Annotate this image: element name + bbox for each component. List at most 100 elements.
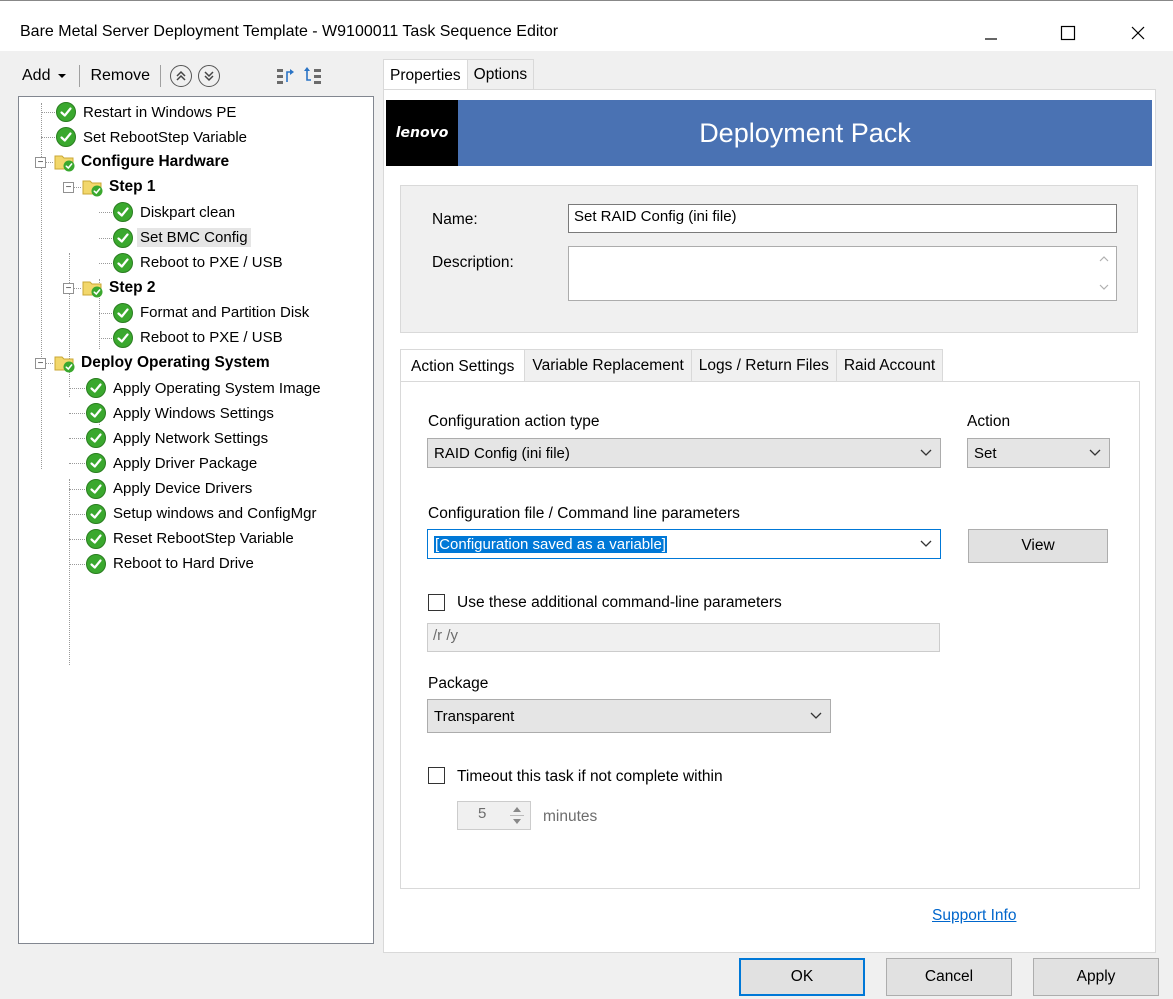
move-up-button[interactable] [170, 65, 193, 87]
tree-connector-line [69, 488, 85, 490]
config-action-type-select[interactable]: RAID Config (ini file) [427, 438, 941, 468]
tab-properties[interactable]: Properties [383, 59, 468, 91]
view-button[interactable]: View [968, 529, 1108, 563]
tree-connector-line [69, 563, 85, 565]
tree-item-label: Apply Network Settings [113, 429, 269, 447]
name-field[interactable]: Set RAID Config (ini file) [568, 204, 1117, 233]
move-down-button[interactable] [198, 65, 221, 87]
maximize-icon [1060, 25, 1076, 41]
tree-item-label: Deploy Operating System [81, 354, 270, 371]
green-check-icon [113, 227, 133, 248]
folder-icon [81, 176, 103, 198]
tree-step-item[interactable]: Reboot to PXE / USB [112, 326, 286, 350]
timeout-stepper[interactable]: 5 [457, 801, 531, 830]
tree-step-item[interactable]: Format and Partition Disk [112, 301, 312, 325]
green-check-icon [86, 453, 106, 474]
check-icon [85, 452, 107, 474]
action-select[interactable]: Set [967, 438, 1110, 468]
timeout-checkbox[interactable] [428, 767, 445, 784]
tab-options[interactable]: Options [466, 59, 535, 90]
check-icon [85, 503, 107, 525]
remove-label: Remove [90, 67, 151, 84]
tree-item-label: Reboot to Hard Drive [113, 555, 254, 573]
collapse-toggle-icon[interactable]: − [35, 358, 46, 369]
toolbar-separator [79, 65, 81, 87]
apply-button[interactable]: Apply [1033, 958, 1159, 996]
tree-step-item[interactable]: Apply Operating System Image [85, 376, 324, 400]
tree-step-item[interactable]: Diskpart clean [112, 200, 238, 224]
support-info-link[interactable]: Support Info [932, 907, 1016, 925]
green-check-icon [113, 252, 133, 273]
tree-item-label: Apply Device Drivers [113, 480, 253, 497]
close-button[interactable] [1115, 15, 1161, 51]
collapse-all-button[interactable] [299, 62, 327, 90]
timeout-value: 5 [478, 805, 487, 822]
green-check-icon [86, 378, 106, 399]
collapse-toggle-icon[interactable]: − [63, 182, 74, 194]
folder-icon [53, 151, 75, 173]
check-icon [55, 126, 77, 148]
maximize-button[interactable] [1045, 15, 1091, 51]
tree-step-item[interactable]: Reboot to Hard Drive [85, 552, 257, 576]
tab-raid-account[interactable]: Raid Account [835, 349, 944, 382]
tree-step-item[interactable]: Restart in Windows PE [55, 100, 239, 124]
config-file-label: Configuration file / Command line parame… [428, 505, 740, 522]
add-label: Add [22, 67, 51, 84]
description-scrollbar[interactable] [1098, 251, 1110, 295]
ok-button[interactable]: OK [739, 958, 865, 996]
task-sequence-tree[interactable]: Restart in Windows PE Set RebootStep Vari… [18, 96, 374, 944]
chevron-down-icon [920, 540, 932, 547]
tree-step-item[interactable]: Set RebootStep Variable [55, 125, 250, 149]
check-icon [112, 201, 134, 223]
tab-logs-return-files[interactable]: Logs / Return Files [690, 349, 837, 382]
tree-item-label: Apply Driver Package [113, 454, 258, 472]
minimize-button[interactable] [968, 15, 1014, 51]
tree-group-item[interactable]: Deploy Operating System [53, 351, 273, 375]
tree-step-item[interactable]: Reboot to PXE / USB [112, 251, 286, 275]
remove-button[interactable]: Remove [86, 62, 154, 90]
green-check-icon [86, 403, 106, 424]
tree-step-item[interactable]: Setup windows and ConfigMgr [85, 502, 319, 526]
spinner-arrows-icon[interactable] [510, 803, 524, 828]
properties-panel: lenovo Deployment Pack Name: Set RAID Co… [383, 89, 1156, 953]
tree-step-item[interactable]: Apply Windows Settings [85, 401, 277, 425]
tree-connector-line [69, 253, 70, 397]
tree-group-item[interactable]: Step 1 [81, 175, 159, 199]
description-field[interactable] [568, 246, 1117, 301]
timeout-unit: minutes [543, 808, 598, 825]
banner-title: Deployment Pack [699, 117, 911, 148]
tree-item-label: Reboot to PXE / USB [140, 254, 283, 272]
collapse-toggle-icon[interactable]: − [63, 282, 74, 294]
additional-params-checkbox[interactable] [428, 594, 445, 611]
tree-step-item[interactable]: Reset RebootStep Variable [85, 527, 297, 551]
config-file-select[interactable]: [Configuration saved as a variable] [427, 529, 941, 559]
tree-step-item[interactable]: Apply Device Drivers [85, 477, 255, 501]
folder-check-icon [82, 180, 103, 197]
green-check-icon [56, 127, 76, 148]
tree-group-item[interactable]: Configure Hardware [53, 150, 232, 174]
package-select[interactable]: Transparent [427, 699, 831, 733]
add-button[interactable]: Add [18, 62, 73, 90]
tree-item-label: Setup windows and ConfigMgr [113, 505, 317, 523]
folder-icon [81, 277, 103, 299]
expand-tree-icon [277, 69, 295, 84]
cancel-button[interactable]: Cancel [886, 958, 1012, 996]
collapse-toggle-icon[interactable]: − [35, 157, 46, 169]
tree-connector-line [99, 337, 112, 339]
additional-params-field[interactable]: /r /y [427, 623, 940, 652]
tree-step-item[interactable]: Apply Network Settings [85, 426, 271, 450]
tree-item-label: Apply Operating System Image [113, 379, 321, 397]
green-check-icon [86, 503, 106, 524]
tree-step-item[interactable]: Set BMC Config [112, 226, 251, 250]
tree-group-item[interactable]: Step 2 [81, 276, 159, 300]
tab-action-settings[interactable]: Action Settings [400, 349, 526, 383]
tab-variable-replacement[interactable]: Variable Replacement [524, 349, 692, 382]
check-icon [85, 478, 107, 500]
tree-item-label: Restart in Windows PE [83, 103, 237, 121]
tree-step-item[interactable]: Apply Driver Package [85, 451, 260, 475]
green-check-icon [86, 553, 106, 574]
tree-connector-line [99, 312, 112, 314]
expand-all-button[interactable] [271, 62, 299, 90]
check-icon [112, 302, 134, 324]
deployment-pack-banner: lenovo Deployment Pack [386, 100, 1152, 166]
